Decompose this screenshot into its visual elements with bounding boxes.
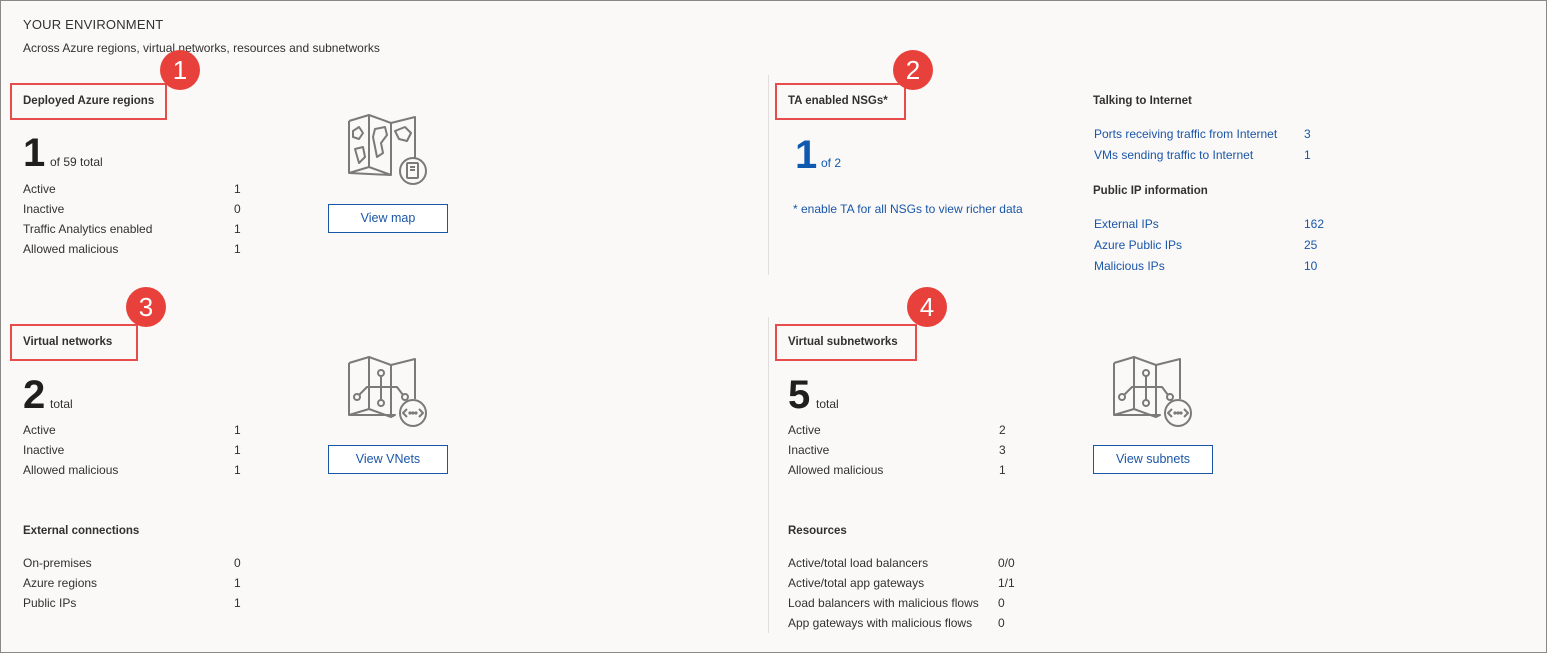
stat-value: 0/0: [998, 556, 1015, 570]
stat-label: Traffic Analytics enabled: [23, 222, 153, 236]
stat-label: Load balancers with malicious flows: [788, 596, 979, 610]
stat-value: 1: [234, 463, 241, 477]
internet-link-value[interactable]: 1: [1304, 147, 1311, 163]
public-ip-title: Public IP information: [1093, 185, 1208, 197]
regions-count-suffix: of 59 total: [50, 155, 103, 169]
public-ip-value[interactable]: 10: [1304, 258, 1317, 274]
regions-count: 1: [23, 131, 46, 175]
regions-title: Deployed Azure regions: [23, 95, 155, 107]
view-map-button[interactable]: View map: [328, 204, 448, 233]
stat-value: 1: [234, 576, 241, 590]
public-ip-link[interactable]: Malicious IPs: [1094, 258, 1165, 274]
stat-value: 1: [234, 423, 241, 437]
callout-badge-1: 1: [160, 50, 200, 90]
page-subtitle: Across Azure regions, virtual networks, …: [23, 41, 380, 55]
stat-label: Inactive: [23, 443, 65, 457]
stat-value: 1/1: [998, 576, 1015, 590]
stat-label: App gateways with malicious flows: [788, 616, 973, 630]
resources-title: Resources: [788, 525, 847, 537]
stat-label: Active: [788, 423, 821, 437]
nsgs-title: TA enabled NSGs*: [788, 95, 888, 107]
stat-value: 0: [998, 616, 1005, 630]
public-ip-value[interactable]: 25: [1304, 237, 1317, 253]
stat-value: 2: [999, 423, 1006, 437]
stat-value: 1: [234, 242, 241, 256]
view-vnets-button[interactable]: View VNets: [328, 445, 448, 474]
stat-label: On-premises: [23, 556, 92, 570]
section-divider: [768, 75, 769, 275]
environment-panel: YOUR ENVIRONMENT Across Azure regions, v…: [0, 0, 1547, 653]
stat-label: Allowed malicious: [788, 463, 884, 477]
subnets-title: Virtual subnetworks: [788, 336, 898, 348]
internet-link[interactable]: VMs sending traffic to Internet: [1094, 147, 1253, 163]
callout-badge-3: 3: [126, 287, 166, 327]
callout-badge-2: 2: [893, 50, 933, 90]
stat-value: 0: [234, 556, 241, 570]
world-map-icon: [348, 114, 427, 185]
vnets-count: 2: [23, 373, 46, 417]
vnet-map-icon: [348, 356, 427, 427]
page-title: YOUR ENVIRONMENT: [23, 17, 164, 32]
stat-label: Public IPs: [23, 596, 77, 610]
subnet-map-icon: [1113, 356, 1192, 427]
subnets-count: 5: [788, 373, 811, 417]
subnets-count-suffix: total: [816, 397, 839, 411]
stat-value: 3: [999, 443, 1006, 457]
stat-value: 1: [234, 222, 241, 236]
view-subnets-button[interactable]: View subnets: [1093, 445, 1213, 474]
stat-label: Active/total load balancers: [788, 556, 929, 570]
stat-value: 1: [234, 596, 241, 610]
internet-link-value[interactable]: 3: [1304, 126, 1311, 142]
stat-value: 1: [234, 182, 241, 196]
stat-label: Active/total app gateways: [788, 576, 925, 590]
nsgs-count[interactable]: 1: [795, 135, 817, 175]
vnets-title: Virtual networks: [23, 336, 113, 348]
stat-value: 0: [998, 596, 1005, 610]
nsgs-count-suffix[interactable]: of 2: [821, 155, 841, 171]
stat-label: Active: [23, 182, 56, 196]
public-ip-link[interactable]: Azure Public IPs: [1094, 237, 1182, 253]
callout-badge-4: 4: [907, 287, 947, 327]
section-divider: [768, 317, 769, 633]
stat-label: Allowed malicious: [23, 463, 119, 477]
public-ip-value[interactable]: 162: [1304, 216, 1324, 232]
enable-ta-link[interactable]: * enable TA for all NSGs to view richer …: [793, 201, 1023, 217]
stat-label: Active: [23, 423, 56, 437]
stat-label: Allowed malicious: [23, 242, 119, 256]
stat-value: 0: [234, 202, 241, 216]
stat-value: 1: [234, 443, 241, 457]
vnets-count-suffix: total: [50, 397, 73, 411]
internet-link[interactable]: Ports receiving traffic from Internet: [1094, 126, 1277, 142]
stat-label: Azure regions: [23, 576, 98, 590]
public-ip-link[interactable]: External IPs: [1094, 216, 1159, 232]
external-connections-title: External connections: [23, 525, 140, 537]
internet-title: Talking to Internet: [1093, 95, 1192, 107]
stat-value: 1: [999, 463, 1006, 477]
stat-label: Inactive: [788, 443, 830, 457]
stat-label: Inactive: [23, 202, 65, 216]
